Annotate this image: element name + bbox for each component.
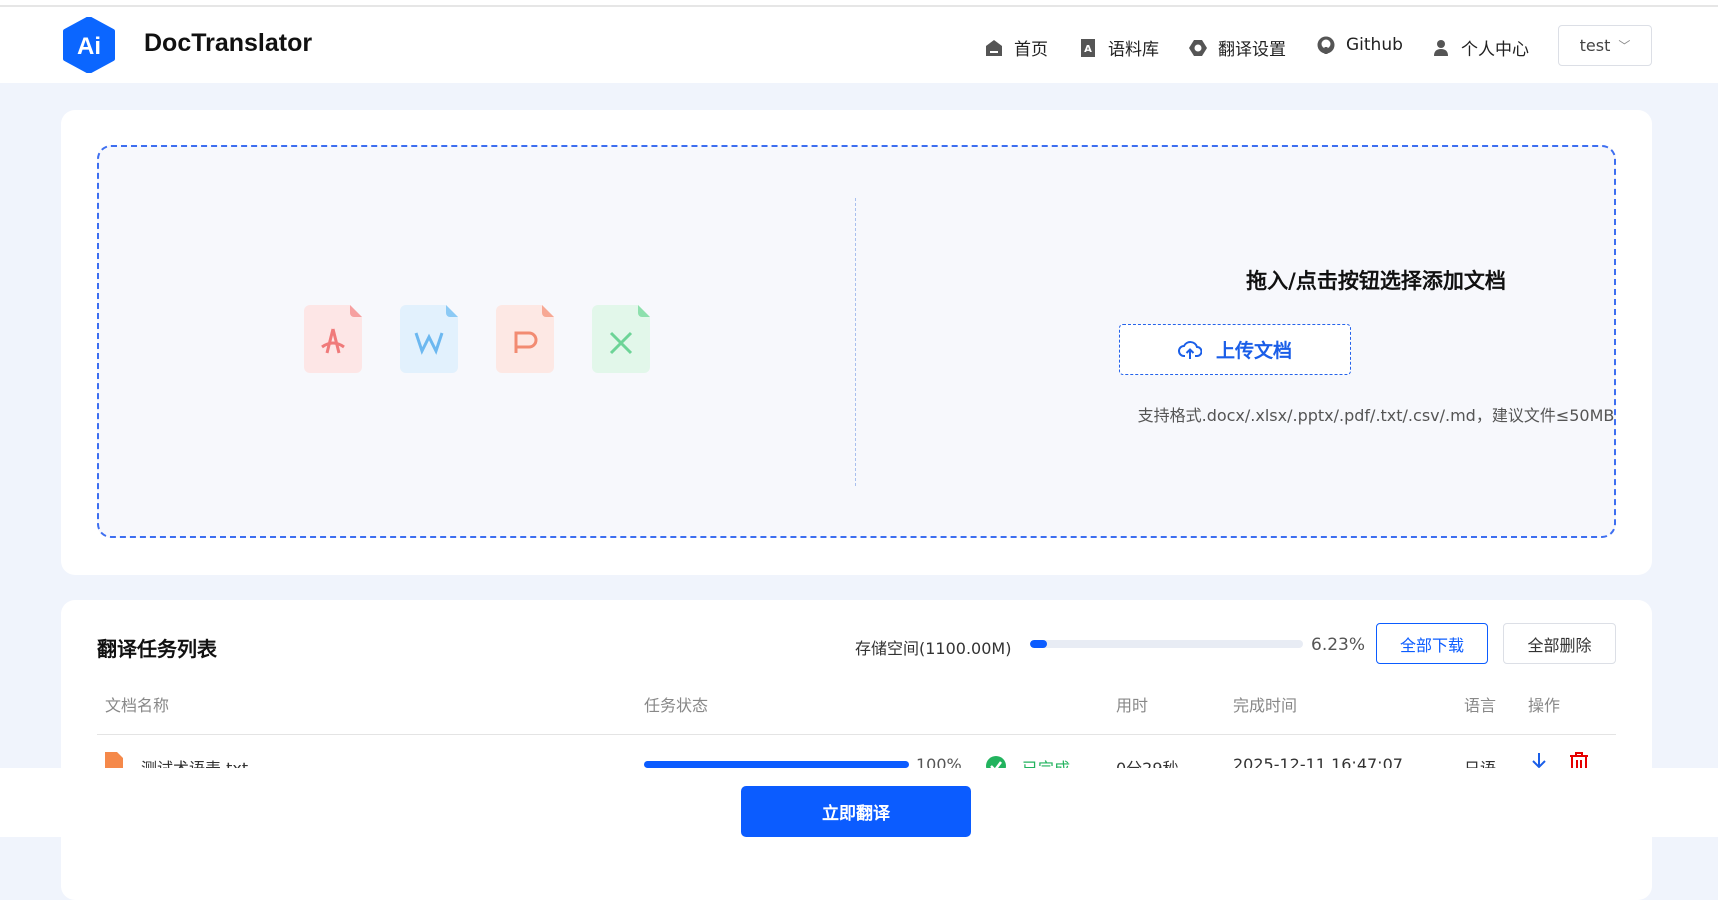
home-icon [986,39,1002,56]
nav-translate-settings[interactable]: 翻译设置 [1188,35,1286,60]
nav-label: Github [1346,35,1403,55]
header-divider [97,734,1616,735]
column-header-duration: 用时 [1116,696,1149,715]
storage-progress-fill [1030,640,1047,648]
nav-corpus[interactable]: A 语料库 [1078,35,1159,60]
top-border [0,0,1718,7]
logo-icon: Ai [63,17,115,73]
format-hint: 支持格式.docx/.xlsx/.pptx/.pdf/.txt/.csv/.md… [1137,406,1615,425]
column-header-actions: 操作 [1528,696,1561,715]
storage-percent: 6.23% [1311,635,1366,655]
task-progress-bar [644,761,909,768]
pdf-icon [304,305,362,373]
nav-label: 翻译设置 [1218,40,1286,60]
nav-label: 首页 [1014,40,1048,60]
storage-progress-bar [1030,640,1303,648]
column-header-name: 文档名称 [105,696,170,715]
excel-icon [592,305,650,373]
github-icon [1317,36,1335,54]
svg-text:Ai: Ai [77,33,101,60]
user-dropdown[interactable]: test ﹀ [1558,25,1652,66]
drop-title: 拖入/点击按钮选择添加文档 [1246,269,1506,293]
header: Ai DocTranslator 首页 A 语料库 翻译设置 Github 个人中… [0,7,1718,83]
download-all-button[interactable]: 全部下载 [1376,623,1488,664]
nav-github[interactable]: Github [1316,35,1403,55]
cloud-upload-icon [1178,340,1202,359]
nav-user-center[interactable]: 个人中心 [1431,35,1529,60]
settings-icon [1189,39,1207,56]
app-title: DocTranslator [144,29,313,57]
chevron-down-icon: ﹀ [1618,39,1631,53]
column-header-finished: 完成时间 [1233,696,1298,715]
divider [855,198,856,486]
upload-button-label: 上传文档 [1215,340,1292,362]
column-header-language: 语言 [1464,696,1497,715]
upload-button[interactable]: 上传文档 [1119,324,1351,375]
book-icon: A [1081,38,1095,57]
nav-home[interactable]: 首页 [984,35,1048,60]
user-name: test [1579,36,1611,55]
translate-now-button[interactable]: 立即翻译 [741,786,971,837]
column-header-status: 任务状态 [644,696,709,715]
svg-text:A: A [1084,44,1092,55]
nav-label: 个人中心 [1461,40,1529,60]
ppt-icon [496,305,554,373]
storage-label: 存储空间(1100.00M) [855,639,1012,658]
nav-label: 语料库 [1108,40,1159,60]
task-list-title: 翻译任务列表 [97,637,217,661]
delete-all-button[interactable]: 全部删除 [1503,623,1616,664]
word-icon [400,305,458,373]
user-icon [1434,39,1448,56]
